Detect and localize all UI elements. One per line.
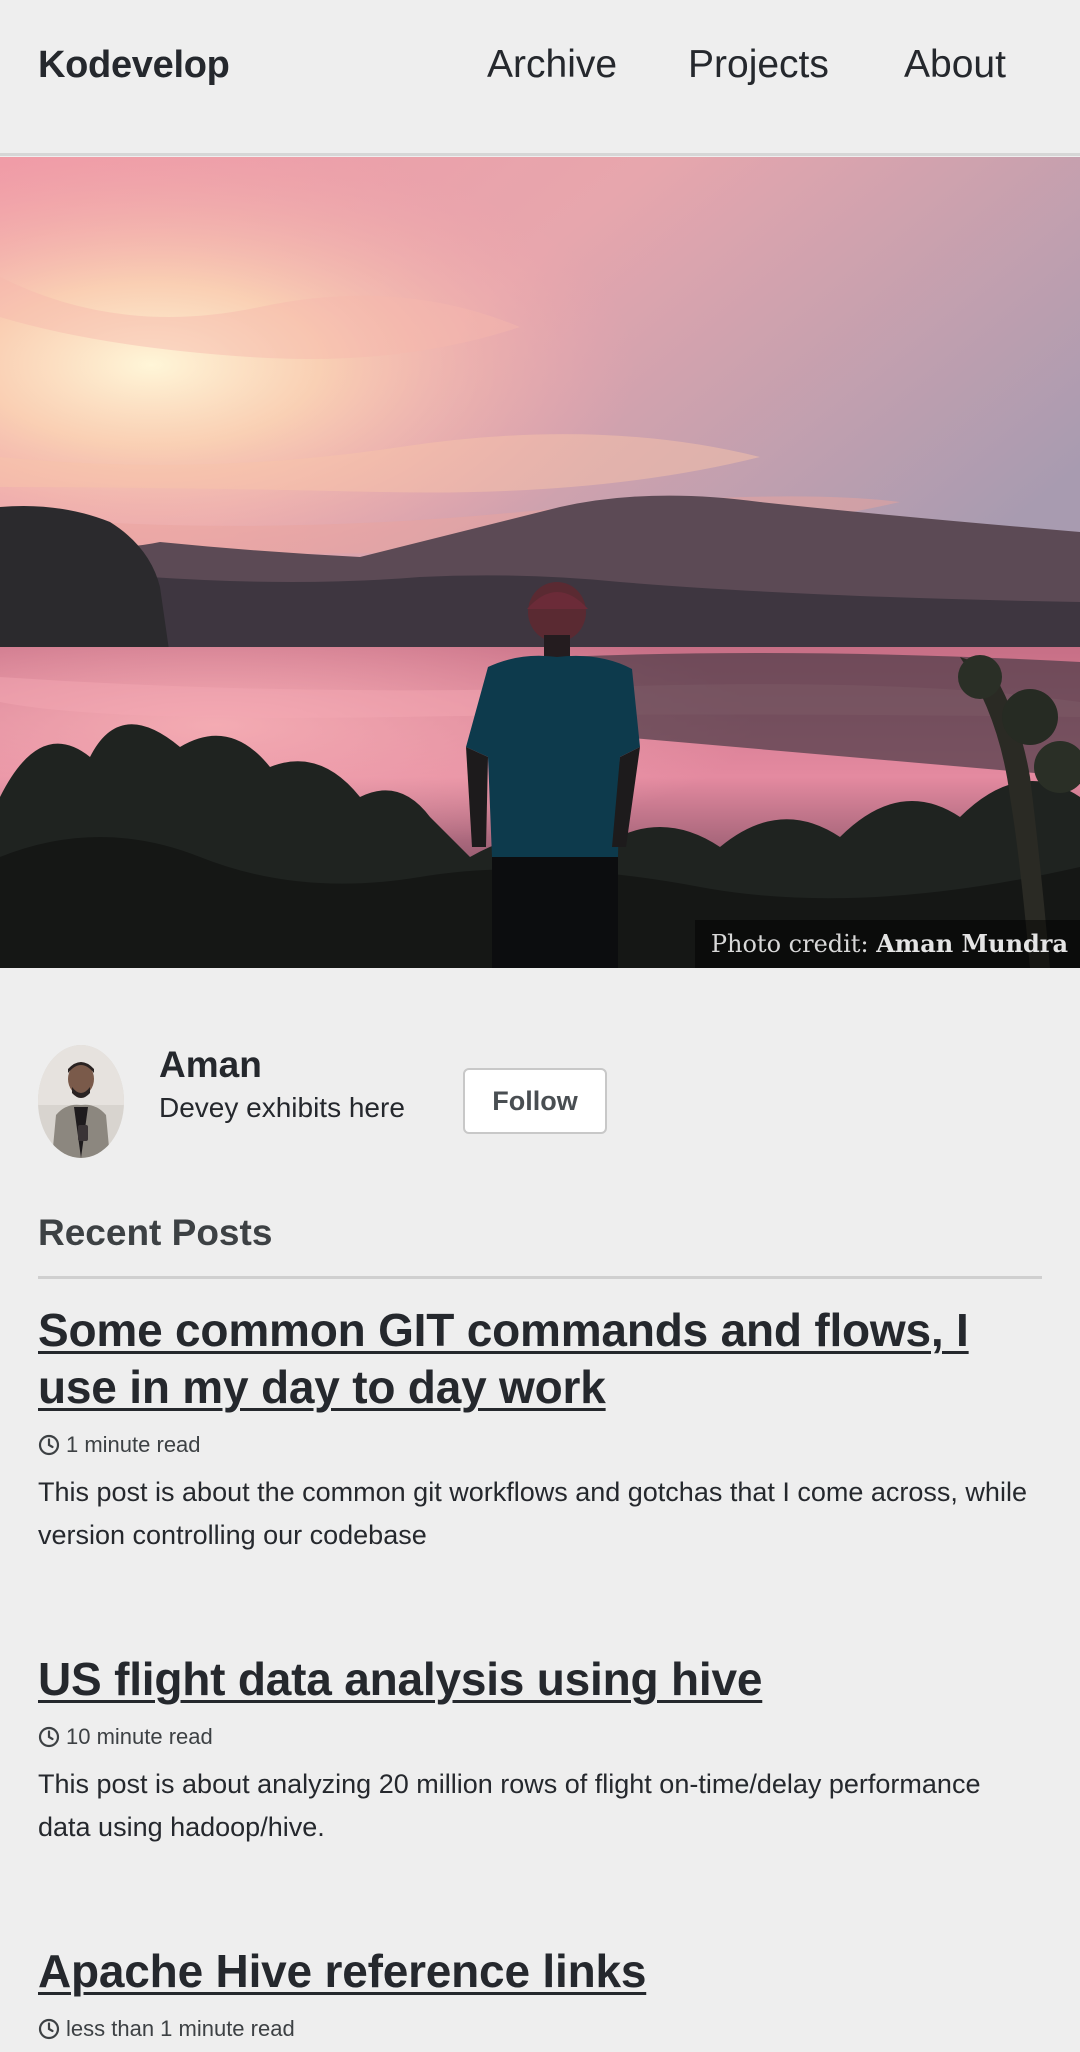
recent-posts-heading: Recent Posts <box>38 1212 273 1253</box>
author-name: Aman <box>159 1044 262 1085</box>
post-read-time: 10 minute read <box>38 1724 213 1750</box>
post-title-link[interactable]: Apache Hive reference links <box>38 1943 1048 2000</box>
follow-button[interactable]: Follow <box>463 1068 607 1134</box>
masthead: Kodevelop Archive Projects About <box>0 0 1080 156</box>
photo-credit-name[interactable]: Aman Mundra <box>876 929 1068 958</box>
read-time-text: 1 minute read <box>66 1432 201 1457</box>
read-time-text: less than 1 minute read <box>66 2016 295 2041</box>
nav-archive-link[interactable]: Archive <box>487 43 617 87</box>
hero-image: Photo credit: Aman Mundra <box>0 157 1080 968</box>
nav-about-link[interactable]: About <box>904 43 1006 87</box>
clock-icon <box>38 1434 60 1456</box>
sunset-lake-photo <box>0 157 1080 968</box>
post-excerpt: This post is about the common git workfl… <box>38 1477 1027 1550</box>
avatar[interactable] <box>38 1045 124 1158</box>
post-read-time: 1 minute read <box>38 1432 201 1458</box>
photo-credit: Photo credit: Aman Mundra <box>694 920 1080 968</box>
photo-credit-prefix: Photo credit: <box>710 930 869 958</box>
clock-icon <box>38 1726 60 1748</box>
post-title-link[interactable]: US flight data analysis using hive <box>38 1651 1048 1708</box>
section-divider <box>38 1276 1042 1279</box>
nav-projects-link[interactable]: Projects <box>688 43 829 87</box>
avatar-photo <box>38 1045 124 1158</box>
post-title-link[interactable]: Some common GIT commands and flows, I us… <box>38 1302 1048 1416</box>
read-time-text: 10 minute read <box>66 1724 213 1749</box>
post-read-time: less than 1 minute read <box>38 2016 295 2042</box>
post-excerpt: This post is about analyzing 20 million … <box>38 1769 981 1842</box>
clock-icon <box>38 2018 60 2040</box>
author-bio: Devey exhibits here <box>159 1092 405 1123</box>
site-title-link[interactable]: Kodevelop <box>38 44 230 87</box>
